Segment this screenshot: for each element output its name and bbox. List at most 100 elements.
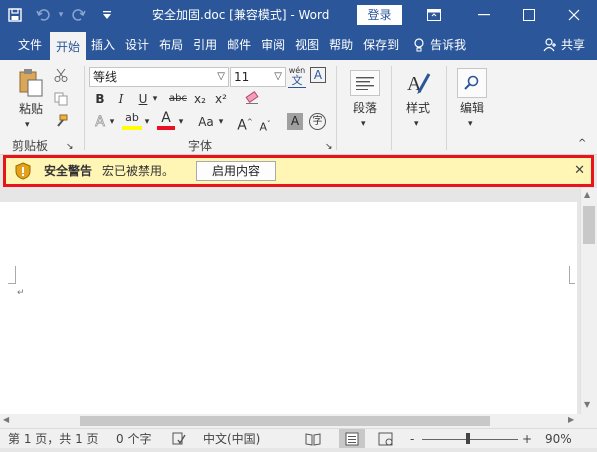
share-button[interactable]: 共享 — [538, 30, 597, 60]
tab-design[interactable]: 设计 — [120, 30, 154, 60]
close-icon[interactable]: ✕ — [574, 158, 585, 184]
font-size-combo[interactable]: 11 ▽ — [230, 67, 286, 87]
text-effects-dropdown-icon[interactable]: ▾ — [108, 114, 116, 130]
bold-button[interactable]: B — [93, 91, 107, 107]
login-button[interactable]: 登录 — [357, 5, 402, 25]
change-case-button[interactable]: Aa — [195, 114, 217, 130]
share-label: 共享 — [560, 38, 585, 52]
superscript-button[interactable]: x² — [213, 91, 229, 107]
italic-button[interactable]: I — [114, 91, 128, 107]
scroll-left-icon[interactable]: ◀ — [3, 415, 9, 424]
shrink-font-letter: A — [259, 120, 268, 134]
vertical-scroll-thumb[interactable] — [583, 206, 595, 244]
word-count[interactable]: 0 个字 — [116, 429, 151, 449]
chevron-down-icon: ▽ — [217, 71, 225, 82]
tab-references[interactable]: 引用 — [188, 30, 222, 60]
chevron-down-icon: ▽ — [274, 71, 282, 82]
title-bar: ▾ 安全加固.doc [兼容模式] - Word 登录 — [0, 0, 597, 30]
print-layout-icon[interactable] — [339, 429, 365, 448]
font-color-button[interactable]: A — [157, 110, 175, 130]
proofing-icon[interactable] — [172, 432, 186, 452]
format-painter-icon[interactable] — [52, 114, 70, 132]
editing-dropdown-icon[interactable]: ▾ — [468, 116, 473, 132]
font-name-combo[interactable]: 等线 ▽ — [89, 67, 229, 87]
scroll-right-icon[interactable]: ▶ — [568, 415, 574, 424]
margin-corner-mark — [8, 266, 16, 284]
character-border-icon[interactable]: A — [310, 67, 326, 83]
undo-dropdown-icon[interactable]: ▾ — [56, 0, 66, 30]
clear-formatting-icon[interactable] — [243, 90, 261, 110]
highlight-letter: ab — [125, 111, 139, 124]
paragraph-group-label[interactable]: 段落 — [349, 100, 381, 116]
scroll-up-icon[interactable]: ▲ — [584, 190, 590, 199]
highlight-button[interactable]: ab — [122, 110, 142, 130]
zoom-slider-thumb[interactable] — [466, 433, 470, 444]
font-launcher-icon[interactable]: ↘ — [325, 139, 333, 155]
editing-group-label[interactable]: 编辑 — [456, 100, 488, 116]
close-icon[interactable] — [553, 0, 595, 30]
tell-me[interactable]: 告诉我 — [404, 30, 471, 60]
tell-me-label: 告诉我 — [430, 38, 467, 52]
copy-icon[interactable] — [52, 92, 70, 110]
shrink-font-button[interactable]: A˅ — [258, 116, 272, 136]
change-case-dropdown-icon[interactable]: ▾ — [217, 114, 225, 130]
phonetic-guide-icon[interactable]: wén 文 — [288, 66, 306, 88]
collapse-ribbon-icon[interactable]: ^ — [578, 136, 586, 152]
security-warning-message: 宏已被禁用。 — [102, 164, 175, 178]
zoom-out-button[interactable]: - — [410, 429, 414, 449]
status-bar: 第 1 页，共 1 页 0 个字 中文(中国) - + 90% — [0, 428, 597, 448]
highlight-dropdown-icon[interactable]: ▾ — [143, 114, 151, 130]
zoom-slider[interactable] — [422, 439, 518, 440]
ribbon-display-options-icon[interactable] — [413, 0, 455, 30]
horizontal-scroll-thumb[interactable] — [80, 416, 490, 426]
grow-font-letter: A — [237, 117, 247, 134]
tab-mailings[interactable]: 邮件 — [222, 30, 256, 60]
grow-font-button[interactable]: A^ — [237, 114, 253, 134]
tab-help[interactable]: 帮助 — [324, 30, 358, 60]
enclose-characters-button[interactable]: 字 — [309, 113, 326, 130]
cut-icon[interactable] — [52, 68, 70, 86]
text-effects-button[interactable]: A — [92, 114, 108, 131]
paragraph-icon[interactable] — [350, 70, 380, 96]
page-count[interactable]: 第 1 页，共 1 页 — [8, 429, 99, 449]
tab-file[interactable]: 文件 — [14, 30, 50, 60]
character-shading-button[interactable]: A — [287, 113, 303, 130]
styles-group-label[interactable]: 样式 — [402, 100, 434, 116]
minimize-icon[interactable] — [463, 0, 505, 30]
enable-content-button[interactable]: 启用内容 — [196, 161, 276, 181]
tab-layout[interactable]: 布局 — [154, 30, 188, 60]
tab-view[interactable]: 视图 — [290, 30, 324, 60]
maximize-icon[interactable] — [508, 0, 550, 30]
tab-insert[interactable]: 插入 — [86, 30, 120, 60]
paste-icon[interactable] — [16, 68, 46, 98]
language-status[interactable]: 中文(中国) — [203, 429, 260, 449]
paste-label[interactable]: 粘贴 — [16, 101, 46, 117]
subscript-button[interactable]: x₂ — [192, 91, 208, 107]
search-icon[interactable] — [457, 68, 487, 98]
scroll-down-icon[interactable]: ▼ — [584, 400, 590, 409]
horizontal-scrollbar[interactable]: ◀ ▶ — [0, 414, 580, 428]
shield-warning-icon — [15, 162, 31, 180]
redo-icon[interactable] — [66, 0, 92, 30]
zoom-level[interactable]: 90% — [545, 429, 572, 449]
save-icon[interactable] — [0, 0, 30, 30]
paste-dropdown-icon[interactable]: ▾ — [25, 117, 30, 133]
underline-dropdown-icon[interactable]: ▾ — [151, 91, 159, 107]
strikethrough-button[interactable]: abc — [167, 91, 189, 107]
styles-dropdown-icon[interactable]: ▾ — [414, 116, 419, 132]
underline-button[interactable]: U — [136, 91, 150, 107]
undo-icon[interactable] — [30, 0, 56, 30]
styles-icon[interactable]: A — [403, 68, 433, 98]
customize-qat-icon[interactable] — [92, 0, 122, 30]
tab-review[interactable]: 审阅 — [256, 30, 290, 60]
zoom-in-button[interactable]: + — [522, 429, 532, 449]
read-mode-icon[interactable] — [305, 432, 321, 452]
document-page[interactable]: ↵ — [0, 202, 577, 414]
vertical-scrollbar[interactable]: ▲ ▼ — [580, 188, 597, 414]
tab-save-to[interactable]: 保存到 — [358, 30, 404, 60]
paragraph-dropdown-icon[interactable]: ▾ — [361, 116, 366, 132]
tab-home[interactable]: 开始 — [50, 32, 87, 60]
web-layout-icon[interactable] — [378, 432, 394, 452]
font-color-dropdown-icon[interactable]: ▾ — [177, 114, 185, 130]
clipboard-launcher-icon[interactable]: ↘ — [66, 139, 74, 155]
